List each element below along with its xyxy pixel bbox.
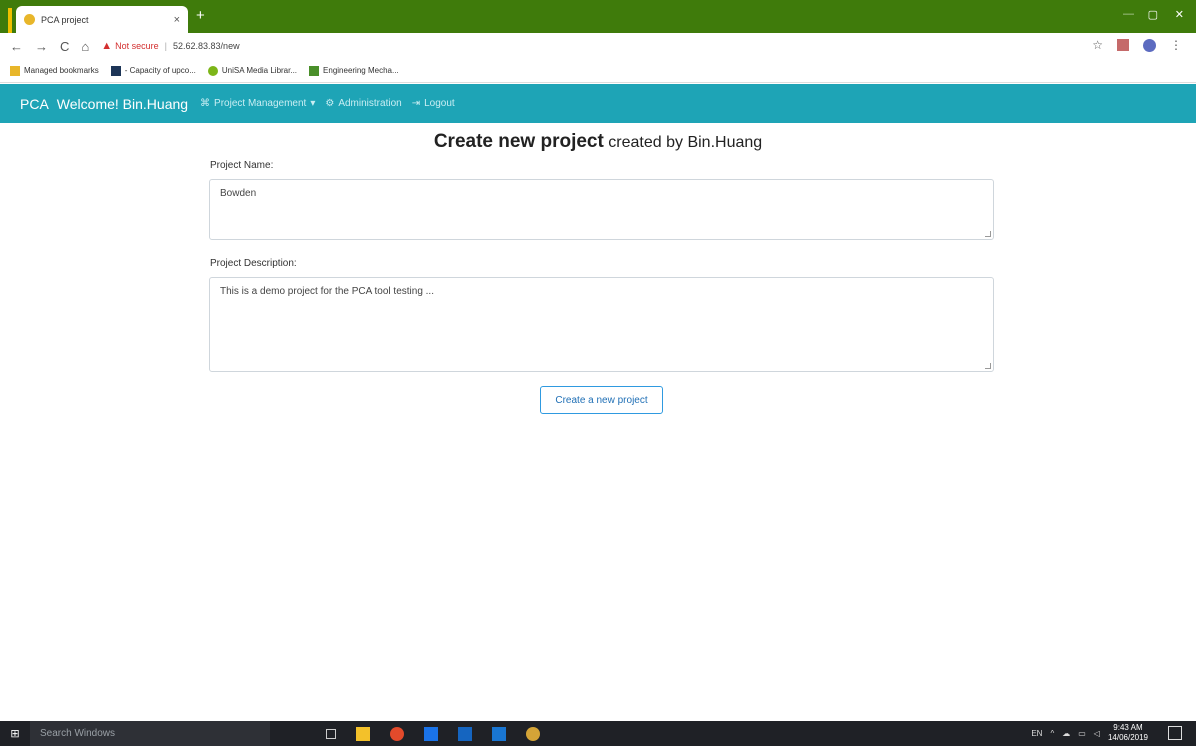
engineering-icon <box>309 65 320 76</box>
system-tray: EN ^ ☁ ▭ ◁ 9:43 AM 14/06/2019 <box>1031 723 1148 743</box>
page-title-sub: created by Bin.Huang <box>608 134 763 151</box>
caret-down-icon: ▾ <box>310 98 316 109</box>
favicon-icon <box>24 14 35 25</box>
extension-icon[interactable] <box>1117 39 1129 51</box>
language-indicator[interactable]: EN <box>1031 729 1042 738</box>
volume-icon[interactable]: ◁ <box>1094 729 1100 738</box>
project-name-input[interactable]: Bowden <box>209 179 994 240</box>
windows-taskbar: ⊞ Search Windows EN ^ ☁ ▭ ◁ 9:43 AM 14/0… <box>0 721 1196 746</box>
outlook-secondary-icon[interactable] <box>492 726 506 741</box>
project-description-input[interactable]: This is a demo project for the PCA tool … <box>209 277 994 372</box>
create-project-button[interactable]: Create a new project <box>540 386 663 414</box>
windows-search-box[interactable]: Search Windows <box>30 721 270 746</box>
notification-center-icon[interactable] <box>1168 726 1182 740</box>
remote-desktop-icon[interactable] <box>424 726 438 741</box>
page-title-main: Create new project <box>433 131 604 152</box>
home-icon[interactable]: ⌂ <box>81 39 89 54</box>
warning-icon: ▲ <box>101 40 113 52</box>
bookmark-label: Engineering Mecha... <box>323 66 399 75</box>
reload-icon[interactable]: C <box>60 39 69 54</box>
browser-tab[interactable]: PCA project × <box>16 6 188 33</box>
bookmark-star-icon[interactable]: ☆ <box>1092 38 1103 52</box>
doc-icon <box>110 65 121 76</box>
maximize-button[interactable]: ▢ <box>1148 8 1158 21</box>
network-icon[interactable]: ▭ <box>1078 729 1086 738</box>
menu-kebab-icon[interactable]: ⋮ <box>1170 38 1182 52</box>
tab-title: PCA project <box>41 14 89 25</box>
chrome-icon[interactable] <box>390 726 404 741</box>
forward-arrow-icon[interactable]: → <box>35 39 48 54</box>
nav-label: Project Management <box>214 98 307 109</box>
project-name-label: Project Name: <box>210 160 274 171</box>
browser-toolbar: ← → C ⌂ ▲ Not secure | 52.62.83.83/new ☆… <box>0 33 1196 59</box>
main-content: Create new project created by Bin.Huang … <box>0 123 1196 721</box>
tab-close-icon[interactable]: × <box>174 14 180 26</box>
unisa-icon <box>207 65 218 76</box>
toolbar-actions: ☆ ⋮ <box>1092 38 1182 52</box>
app-navbar: PCA Welcome! Bin.Huang ⌘ Project Managem… <box>0 84 1196 123</box>
tray-chevron-icon[interactable]: ^ <box>1050 729 1054 738</box>
close-window-button[interactable]: ✕ <box>1175 8 1184 21</box>
bookmark-capacity[interactable]: - Capacity of upco... <box>110 65 196 76</box>
onedrive-icon[interactable]: ☁ <box>1062 729 1070 738</box>
welcome-text: Welcome! Bin.Huang <box>56 95 189 112</box>
users-cog-icon: ⚙ <box>325 98 335 109</box>
file-explorer-icon[interactable] <box>356 726 370 741</box>
outlook-icon[interactable] <box>458 726 472 741</box>
logout-icon: ⇥ <box>411 98 421 109</box>
resize-grip-icon[interactable] <box>985 231 991 237</box>
url-separator: | <box>164 41 168 51</box>
new-tab-button[interactable]: + <box>196 8 205 23</box>
bookmark-unisa[interactable]: UniSA Media Librar... <box>207 65 298 76</box>
bookmark-engineering[interactable]: Engineering Mecha... <box>309 65 399 76</box>
clock[interactable]: 9:43 AM 14/06/2019 <box>1108 723 1148 743</box>
minimize-button[interactable]: — <box>1123 8 1134 20</box>
browser-titlebar: PCA project × + — ▢ ✕ <box>0 0 1196 33</box>
nav-logout[interactable]: ⇥ Logout <box>412 98 455 109</box>
resize-grip-icon[interactable] <box>985 363 991 369</box>
back-arrow-icon[interactable]: ← <box>10 39 23 54</box>
folder-icon <box>10 65 20 76</box>
taskbar-apps <box>326 726 540 741</box>
bookmark-managed[interactable]: Managed bookmarks <box>10 65 99 76</box>
app-brand[interactable]: PCA <box>20 96 49 112</box>
bookmark-label: Managed bookmarks <box>24 66 99 75</box>
windows-start-icon[interactable]: ⊞ <box>0 721 30 746</box>
task-view-icon[interactable] <box>326 728 336 739</box>
clock-date: 14/06/2019 <box>1107 733 1148 742</box>
nav-administration[interactable]: ⚙ Administration <box>325 98 401 109</box>
sitemap-icon: ⌘ <box>200 98 211 109</box>
nav-label: Administration <box>338 98 402 109</box>
page-title: Create new project created by Bin.Huang <box>0 131 1196 153</box>
bookmark-label: UniSA Media Librar... <box>221 66 298 75</box>
address-bar[interactable]: 52.62.83.83/new <box>173 41 240 51</box>
nav-label: Logout <box>424 98 455 109</box>
tab-strip-marker <box>8 8 12 33</box>
project-description-label: Project Description: <box>210 258 297 269</box>
paint-icon[interactable] <box>526 726 540 741</box>
profile-avatar-icon[interactable] <box>1143 38 1156 52</box>
nav-project-management[interactable]: ⌘ Project Management ▾ <box>200 98 315 109</box>
clock-time: 9:43 AM <box>1113 723 1143 732</box>
bookmarks-bar: Managed bookmarks - Capacity of upco... … <box>0 59 1196 83</box>
bookmark-label: - Capacity of upco... <box>124 66 196 75</box>
security-status[interactable]: Not secure <box>115 41 159 51</box>
